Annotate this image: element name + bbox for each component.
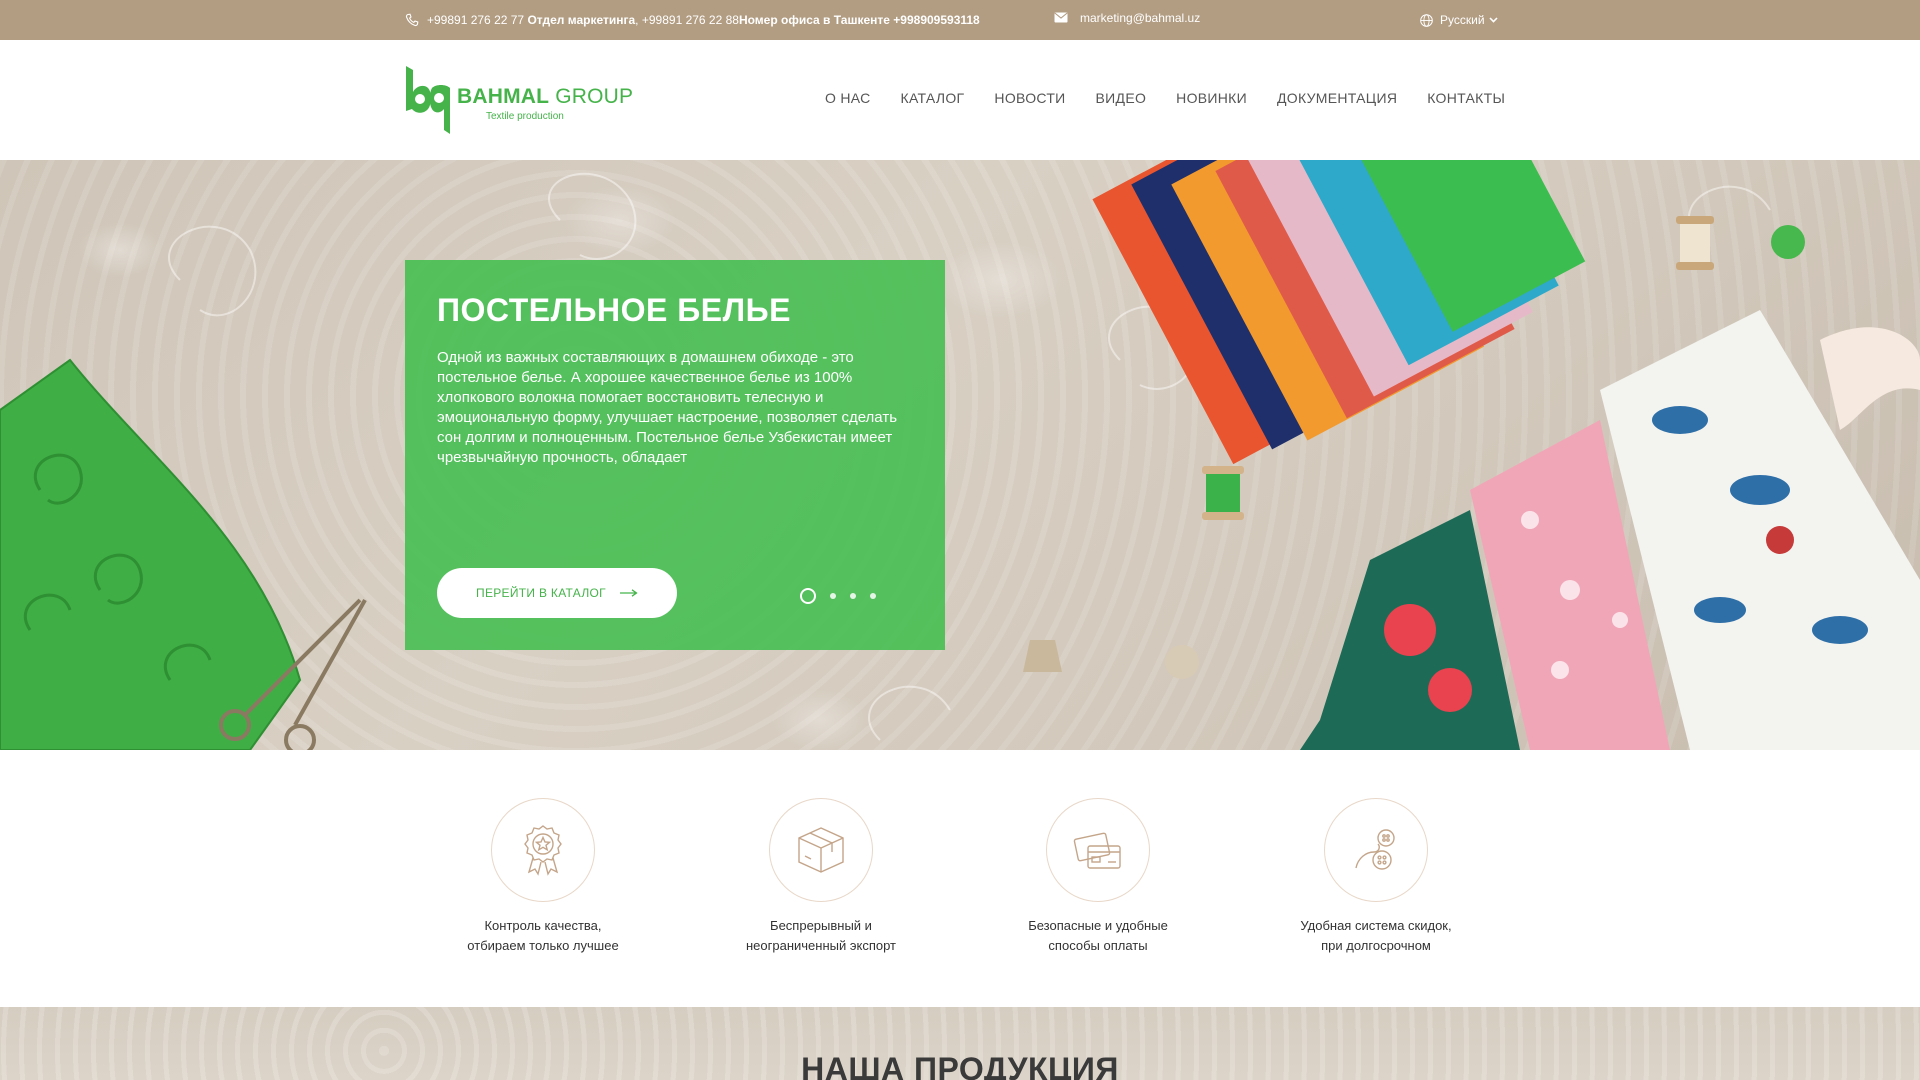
logo-mark bbox=[406, 66, 450, 134]
contact-phones: +99891 276 22 77 Отдел маркетинга, +9989… bbox=[405, 13, 980, 27]
feature-payment: Безопасные и удобные способы оплаты bbox=[998, 798, 1198, 956]
nav-item-documentation[interactable]: ДОКУМЕНТАЦИЯ bbox=[1277, 90, 1397, 106]
contact-email[interactable]: marketing@bahmal.uz bbox=[1054, 11, 1200, 25]
feature-quality-line1: Контроль качества, bbox=[484, 918, 602, 933]
slider-dot-1[interactable] bbox=[800, 588, 816, 604]
products-title: НАША ПРОДУКЦИЯ bbox=[801, 1051, 1119, 1080]
feature-quality: Контроль качества, отбираем только лучше… bbox=[443, 798, 643, 956]
feature-export: Беспрерывный и неограниченный экспорт bbox=[721, 798, 921, 956]
hero-slider: ПОСТЕЛЬНОЕ БЕЛЬЕ Одной из важных составл… bbox=[0, 160, 1920, 750]
hero-description: Одной из важных составляющих в домашнем … bbox=[437, 349, 898, 466]
logo-brand: BAHMAL GROUP bbox=[457, 85, 633, 109]
hero-title: ПОСТЕЛЬНОЕ БЕЛЬЕ bbox=[437, 292, 791, 328]
feature-export-line2: неограниченный экспорт bbox=[746, 938, 896, 953]
feature-discounts: Удобная система скидок, при долгосрочном bbox=[1276, 798, 1476, 956]
logo-brand-light: GROUP bbox=[555, 85, 634, 108]
phone-1[interactable]: +99891 276 22 77 bbox=[427, 13, 524, 27]
slider-dots bbox=[800, 588, 876, 604]
payment-cards-icon bbox=[1073, 832, 1121, 869]
nav-item-catalog[interactable]: КАТАЛОГ bbox=[901, 90, 965, 106]
language-selector[interactable]: Русский bbox=[1420, 13, 1498, 27]
feature-payment-line2: способы оплаты bbox=[1048, 938, 1148, 953]
go-to-catalog-button[interactable]: ПЕРЕЙТИ В КАТАЛОГ bbox=[437, 568, 677, 618]
logo-brand-bold: BAHMAL bbox=[457, 85, 550, 108]
mail-icon bbox=[1054, 12, 1068, 24]
phone-3[interactable]: +998909593118 bbox=[893, 13, 979, 27]
feature-quality-circle bbox=[491, 798, 595, 902]
feature-discounts-line1: Удобная система скидок, bbox=[1300, 918, 1452, 933]
feature-payment-text: Безопасные и удобные способы оплаты bbox=[998, 916, 1198, 956]
chevron-down-icon bbox=[1488, 17, 1498, 23]
nav-item-video[interactable]: ВИДЕО bbox=[1096, 90, 1147, 106]
site-header: BAHMAL GROUP Textile production О НАС КА… bbox=[0, 40, 1920, 160]
hero-promo-panel: ПОСТЕЛЬНОЕ БЕЛЬЕ Одной из важных составл… bbox=[405, 260, 945, 650]
feature-export-line1: Беспрерывный и bbox=[770, 918, 872, 933]
box-icon bbox=[798, 827, 844, 873]
phone-1-label: Отдел маркетинга bbox=[527, 13, 636, 27]
slider-dot-4[interactable] bbox=[870, 593, 876, 599]
globe-icon bbox=[1420, 13, 1433, 27]
feature-export-circle bbox=[769, 798, 873, 902]
go-to-catalog-label: ПЕРЕЙТИ В КАТАЛОГ bbox=[476, 586, 606, 600]
logo[interactable]: BAHMAL GROUP Textile production bbox=[404, 64, 633, 136]
feature-payment-circle bbox=[1046, 798, 1150, 902]
nav-item-new-arrivals[interactable]: НОВИНКИ bbox=[1176, 90, 1247, 106]
feature-discounts-circle bbox=[1324, 798, 1428, 902]
slider-dot-2[interactable] bbox=[830, 593, 836, 599]
nav-item-about[interactable]: О НАС bbox=[825, 90, 871, 106]
feature-quality-line2: отбираем только лучшее bbox=[467, 938, 619, 953]
buttons-thread-icon bbox=[1355, 829, 1395, 870]
hero-background-image bbox=[0, 160, 1920, 750]
logo-tagline: Textile production bbox=[486, 111, 564, 122]
main-nav: О НАС КАТАЛОГ НОВОСТИ ВИДЕО НОВИНКИ ДОКУ… bbox=[825, 90, 1505, 106]
feature-quality-text: Контроль качества, отбираем только лучше… bbox=[443, 916, 643, 956]
top-bar: +99891 276 22 77 Отдел маркетинга, +9989… bbox=[0, 0, 1920, 40]
feature-payment-line1: Безопасные и удобные bbox=[1028, 918, 1168, 933]
phone-2-label: Номер офиса в Ташкенте bbox=[738, 13, 890, 27]
phone-separator: , bbox=[635, 13, 639, 27]
products-section: НАША ПРОДУКЦИЯ bbox=[0, 1007, 1920, 1080]
feature-discounts-line2: при долгосрочном bbox=[1321, 938, 1431, 953]
slider-dot-3[interactable] bbox=[850, 593, 856, 599]
email-link[interactable]: marketing@bahmal.uz bbox=[1080, 11, 1200, 25]
feature-discounts-text: Удобная система скидок, при долгосрочном bbox=[1276, 916, 1476, 956]
arrow-right-icon bbox=[619, 589, 638, 597]
phone-icon bbox=[405, 13, 419, 27]
nav-item-contacts[interactable]: КОНТАКТЫ bbox=[1427, 90, 1505, 106]
phone-2[interactable]: +99891 276 22 88 bbox=[642, 13, 739, 27]
nav-item-news[interactable]: НОВОСТИ bbox=[994, 90, 1065, 106]
features-section: Контроль качества, отбираем только лучше… bbox=[0, 750, 1920, 1007]
feature-export-text: Беспрерывный и неограниченный экспорт bbox=[721, 916, 921, 956]
language-label: Русский bbox=[1440, 13, 1485, 27]
quality-badge-icon bbox=[524, 825, 562, 876]
